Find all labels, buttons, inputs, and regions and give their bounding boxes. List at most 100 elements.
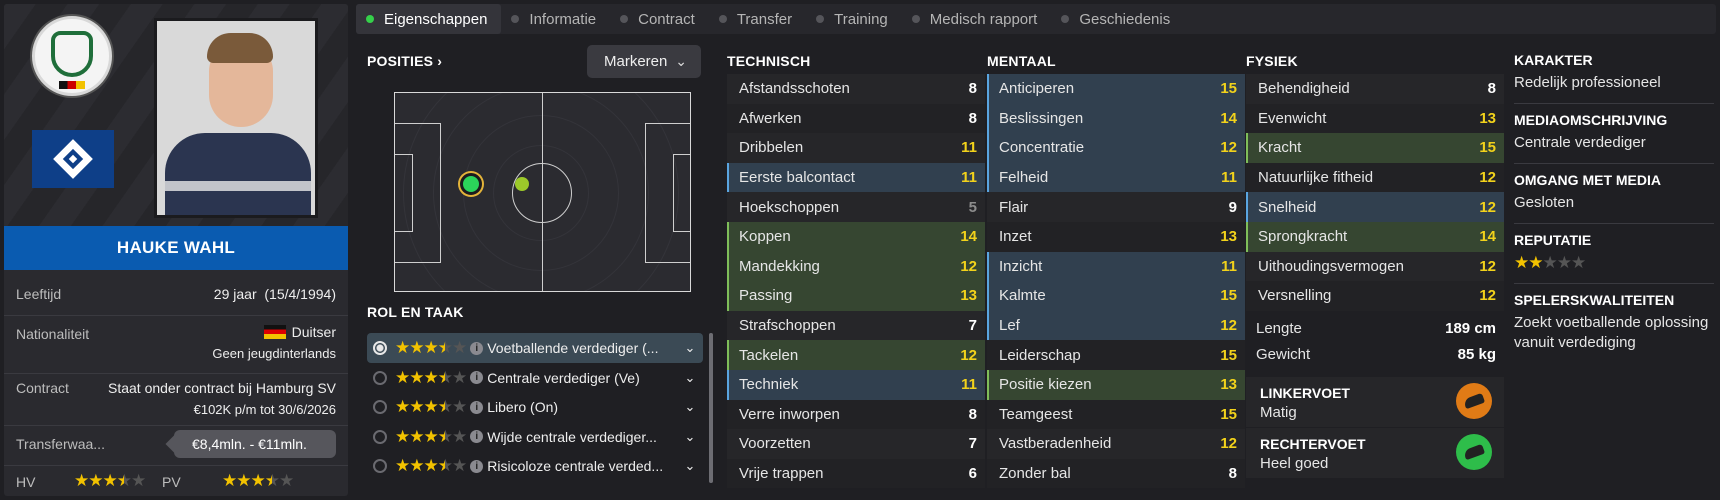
tab-status-dot-icon [718,15,727,23]
attribute-row[interactable]: Evenwicht 13 [1246,103,1504,134]
player-traits-value[interactable]: Zoekt voetballende oplossing vanuit verd… [1514,313,1714,353]
attribute-row[interactable]: Beslissingen 14 [987,103,1245,134]
attribute-name: Inzet [999,228,1032,246]
attribute-row[interactable]: Natuurlijke fitheid 12 [1246,162,1504,193]
attribute-value: 15 [1220,287,1237,305]
attribute-name: Voorzetten [739,435,811,453]
info-icon[interactable]: i [470,371,484,384]
attribute-row[interactable]: Snelheid 12 [1246,192,1504,222]
attribute-name: Verre inworpen [739,405,840,423]
attribute-row[interactable]: Lef 12 [987,310,1245,341]
attribute-row[interactable]: Sprongkracht 14 [1246,221,1504,252]
nationality-value[interactable]: Duitser [263,324,336,340]
tab-geschiedenis[interactable]: Geschiedenis [1051,4,1184,34]
attribute-row[interactable]: Afwerken 8 [727,103,985,134]
attribute-row[interactable]: Vrije trappen 6 [727,458,985,489]
attribute-row[interactable]: Inzet 13 [987,221,1245,252]
info-icon[interactable]: i [470,459,484,473]
ability-row: HV ★★★★★ PV ★★★★★ [4,466,348,496]
tab-transfer[interactable]: Transfer [709,4,806,34]
attribute-row[interactable]: Dribbelen 11 [727,133,985,163]
attribute-row[interactable]: Voorzetten 7 [727,429,985,459]
attribute-row[interactable]: Afstandsschoten 8 [727,74,985,104]
attribute-row[interactable]: Hoekschoppen 5 [727,192,985,222]
tab-medisch-rapport[interactable]: Medisch rapport [902,4,1052,34]
attribute-row[interactable]: Strafschoppen 7 [727,310,985,341]
role-radio[interactable] [373,341,387,355]
attribute-row[interactable]: Techniek 11 [727,369,985,400]
attribute-name: Kracht [1258,139,1302,157]
attribute-value: 11 [1221,169,1237,187]
attribute-row[interactable]: Anticiperen 15 [987,74,1245,104]
attribute-name: Strafschoppen [739,317,836,335]
tab-informatie[interactable]: Informatie [501,4,610,34]
attribute-name: Behendigheid [1258,80,1350,98]
natural-position-marker[interactable] [460,173,482,195]
contract-value[interactable]: Staat onder contract bij Hamburg SV [108,380,336,396]
player-traits-block: SPELERSKWALITEITEN Zoekt voetballende op… [1514,284,1714,363]
attribute-name: Techniek [739,376,799,394]
attribute-row[interactable]: Kalmte 15 [987,281,1245,311]
attribute-row[interactable]: Concentratie 12 [987,133,1245,163]
attribute-row[interactable]: Tackelen 12 [727,340,985,370]
attribute-name: Kalmte [999,287,1046,305]
role-item[interactable]: ★★★★★ i Libero (On) ⌄ [367,392,703,422]
age-label: Leeftijd [16,286,62,302]
info-icon[interactable]: i [470,341,484,355]
role-item[interactable]: ★★★★★ i Risicoloze centrale verded... ⌄ [367,451,703,481]
transfer-value-badge[interactable]: €8,4mln. - €11mln. [174,430,336,458]
chevron-down-icon[interactable]: ⌄ [677,458,703,474]
role-radio[interactable] [373,459,387,473]
attribute-row[interactable]: Positie kiezen 13 [987,369,1245,400]
roles-title: ROL EN TAAK [367,304,464,320]
chevron-down-icon: ⌄ [675,53,687,69]
attribute-row[interactable]: Vastberadenheid 12 [987,429,1245,459]
attribute-value: 14 [960,228,977,246]
role-item[interactable]: ★★★★★ i Centrale verdediger (Ve) ⌄ [367,363,703,393]
attribute-row[interactable]: Behendigheid 8 [1246,74,1504,104]
role-radio[interactable] [373,400,387,414]
chevron-down-icon[interactable]: ⌄ [677,399,703,415]
role-item[interactable]: ★★★★★ i Voetballende verdediger (... ⌄ [367,333,703,363]
physical-title: FYSIEK [1246,53,1298,69]
attribute-row[interactable]: Leiderschap 15 [987,340,1245,370]
attribute-value: 8 [968,405,977,423]
player-info-panel: KARAKTER Redelijk professioneel MEDIAOMS… [1514,44,1714,363]
attribute-row[interactable]: Flair 9 [987,192,1245,222]
attribute-name: Positie kiezen [999,376,1092,394]
chevron-down-icon[interactable]: ⌄ [677,340,703,356]
role-name: Voetballende verdediger (... [487,340,659,356]
tab-contract[interactable]: Contract [610,4,709,34]
attribute-row[interactable]: Teamgeest 15 [987,399,1245,430]
attribute-row[interactable]: Mandekking 12 [727,251,985,282]
attribute-row[interactable]: Uithoudingsvermogen 12 [1246,251,1504,282]
attribute-row[interactable]: Zonder bal 8 [987,458,1245,489]
info-icon[interactable]: i [470,430,484,443]
attribute-row[interactable]: Verre inworpen 8 [727,399,985,430]
role-radio[interactable] [373,429,387,444]
attribute-row[interactable]: Koppen 14 [727,221,985,252]
attribute-row[interactable]: Felheid 11 [987,162,1245,193]
info-icon[interactable]: i [470,400,484,414]
attribute-row[interactable]: Inzicht 11 [987,251,1245,282]
roles-scrollbar[interactable] [709,333,713,483]
attribute-row[interactable]: Passing 13 [727,281,985,311]
tab-training[interactable]: Training [806,4,902,34]
attribute-row[interactable]: Kracht 15 [1246,133,1504,163]
positions-title[interactable]: POSITIES › [367,53,442,69]
attribute-row[interactable]: Eerste balcontact 11 [727,162,985,193]
attribute-value: 8 [968,109,977,127]
highlight-dropdown[interactable]: Markeren ⌄ [587,45,701,78]
accomplished-position-marker[interactable] [515,177,529,191]
club-logo[interactable] [32,130,114,188]
attribute-row[interactable]: Versnelling 12 [1246,281,1504,311]
chevron-down-icon[interactable]: ⌄ [677,370,703,386]
chevron-down-icon[interactable]: ⌄ [677,429,703,445]
attribute-name: Inzicht [999,257,1043,275]
national-team-logo[interactable] [32,16,112,96]
tab-eigenschappen[interactable]: Eigenschappen [356,4,502,34]
role-suitability-stars: ★★★★★ [395,397,467,416]
role-item[interactable]: ★★★★★ i Wijde centrale verdediger... ⌄ [367,422,703,452]
media-description-block: MEDIAOMSCHRIJVING Centrale verdediger [1514,104,1714,164]
role-radio[interactable] [373,370,387,385]
